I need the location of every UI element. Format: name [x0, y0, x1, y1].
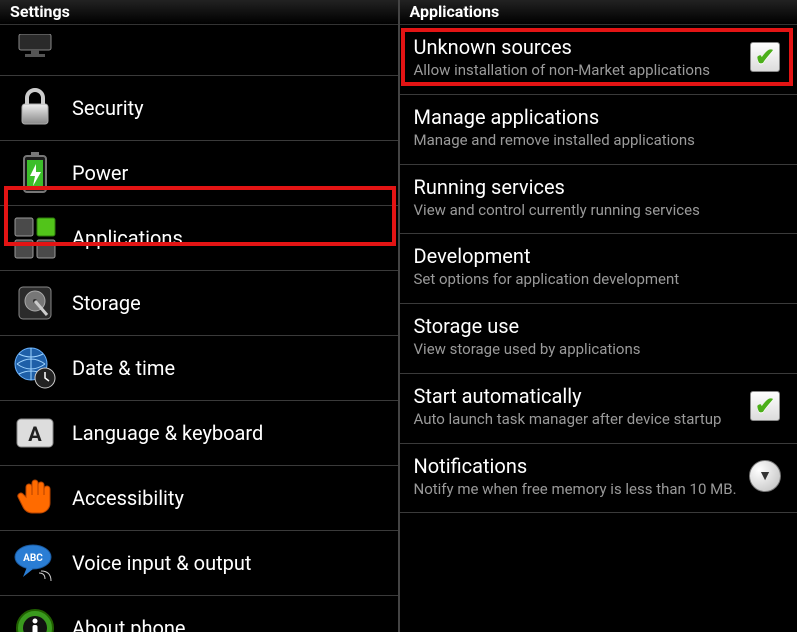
app-item-manage-applications[interactable]: Manage applications Manage and remove in… — [400, 95, 797, 165]
app-item-unknown-sources[interactable]: Unknown sources Allow installation of no… — [400, 25, 797, 95]
applications-title: Applications — [400, 0, 797, 25]
settings-item-label: Power — [72, 161, 128, 185]
app-item-subtitle: Set options for application development — [414, 270, 776, 289]
apps-icon — [12, 216, 58, 260]
app-item-running-services[interactable]: Running services View and control curren… — [400, 165, 797, 235]
svg-text:ABC: ABC — [23, 553, 43, 564]
app-item-title: Manage applications — [414, 105, 776, 129]
hand-icon — [12, 476, 58, 520]
settings-item-label: Security — [72, 96, 144, 120]
settings-item-label: Voice input & output — [72, 551, 251, 575]
settings-item-label: About phone — [72, 616, 186, 632]
app-item-notifications[interactable]: Notifications Notify me when free memory… — [400, 444, 797, 514]
battery-icon — [12, 151, 58, 195]
globe-clock-icon — [12, 346, 58, 390]
app-item-storage-use[interactable]: Storage use View storage used by applica… — [400, 304, 797, 374]
settings-item-label: Language & keyboard — [72, 421, 263, 445]
settings-item-accessibility[interactable]: Accessibility — [0, 466, 398, 531]
app-item-title: Unknown sources — [414, 35, 740, 59]
voice-abc-icon: ABC — [12, 541, 58, 585]
settings-item-about-phone[interactable]: About phone — [0, 596, 398, 632]
settings-item-voice[interactable]: ABC Voice input & output — [0, 531, 398, 596]
app-item-subtitle: View and control currently running servi… — [414, 201, 776, 220]
settings-item-display-partial[interactable] — [0, 25, 398, 76]
settings-item-date-time[interactable]: Date & time — [0, 336, 398, 401]
hdd-icon — [12, 281, 58, 325]
applications-list: Unknown sources Allow installation of no… — [400, 25, 797, 632]
app-item-title: Notifications — [414, 454, 740, 478]
app-item-subtitle: View storage used by applications — [414, 340, 776, 359]
keyboard-a-icon: A — [12, 411, 58, 455]
settings-item-language-keyboard[interactable]: A Language & keyboard — [0, 401, 398, 466]
app-item-start-automatically[interactable]: Start automatically Auto launch task man… — [400, 374, 797, 444]
notifications-dropdown[interactable] — [749, 460, 781, 492]
app-item-subtitle: Auto launch task manager after device st… — [414, 410, 740, 429]
lock-icon — [12, 86, 58, 130]
settings-item-power[interactable]: Power — [0, 141, 398, 206]
settings-list: Security Power Applications — [0, 25, 398, 632]
app-item-subtitle: Notify me when free memory is less than … — [414, 480, 740, 499]
settings-item-label: Applications — [72, 226, 183, 250]
start-automatically-checkbox[interactable] — [750, 391, 780, 421]
app-item-development[interactable]: Development Set options for application … — [400, 234, 797, 304]
info-icon — [12, 606, 58, 632]
settings-item-label: Storage — [72, 291, 141, 315]
svg-text:A: A — [28, 422, 42, 446]
settings-item-label: Date & time — [72, 356, 175, 380]
settings-item-storage[interactable]: Storage — [0, 271, 398, 336]
settings-panel: Settings Security Power — [0, 0, 400, 632]
app-item-title: Development — [414, 244, 776, 268]
app-item-title: Start automatically — [414, 384, 740, 408]
app-item-subtitle: Manage and remove installed applications — [414, 131, 776, 150]
unknown-sources-checkbox[interactable] — [750, 42, 780, 72]
monitor-icon — [12, 25, 58, 69]
applications-panel: Applications Unknown sources Allow insta… — [400, 0, 797, 632]
app-item-subtitle: Allow installation of non-Market applica… — [414, 61, 740, 80]
settings-item-label: Accessibility — [72, 486, 184, 510]
settings-title: Settings — [0, 0, 398, 25]
settings-item-applications[interactable]: Applications — [0, 206, 398, 271]
app-item-title: Storage use — [414, 314, 776, 338]
app-item-title: Running services — [414, 175, 776, 199]
settings-item-security[interactable]: Security — [0, 76, 398, 141]
